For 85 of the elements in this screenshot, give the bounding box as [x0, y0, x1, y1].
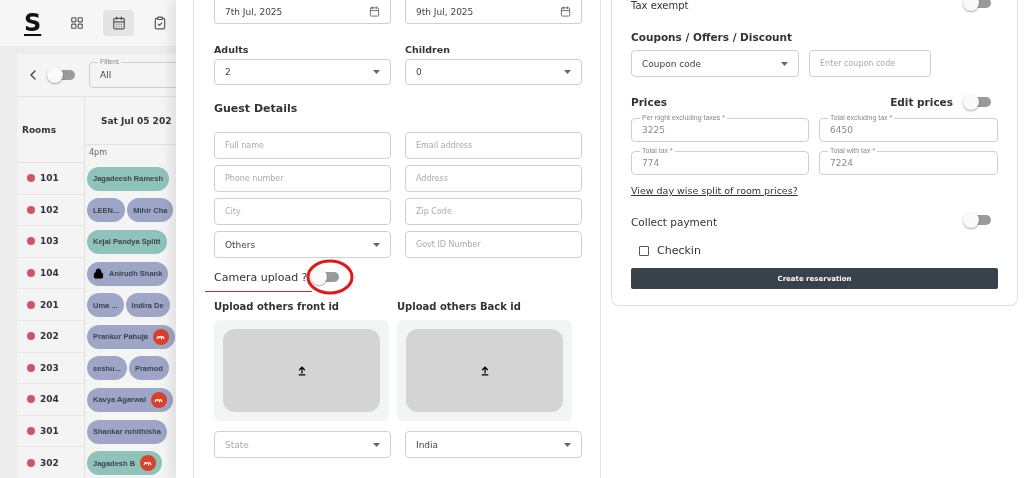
select-value: 2 — [225, 67, 231, 77]
section-heading: Coupons / Offers / Discount — [631, 31, 794, 43]
select-value: India — [416, 439, 439, 450]
calendar-icon — [369, 6, 380, 17]
room-number: 103 — [17, 226, 85, 258]
logo: S — [24, 9, 42, 37]
field-label: Adults — [214, 44, 250, 55]
split-prices-link[interactable]: View day wise split of room prices? — [631, 185, 798, 196]
input-field[interactable]: Full name — [214, 132, 391, 159]
lock-icon — [93, 268, 104, 280]
circle-annotation — [306, 259, 354, 295]
field-label: Upload others front id — [214, 301, 340, 312]
checkbox[interactable] — [639, 245, 649, 256]
input-field[interactable]: Govt ID Number — [405, 231, 582, 258]
room-number: 104 — [17, 257, 85, 290]
calendar-icon — [111, 16, 126, 30]
count-select[interactable]: 0 — [405, 59, 582, 85]
status-dot — [27, 205, 35, 214]
nav-button[interactable] — [102, 10, 135, 36]
time-label: 4pm — [88, 147, 108, 159]
ota-badge-icon — [140, 455, 157, 472]
toggle-switch[interactable] — [311, 269, 340, 285]
room-number: 301 — [17, 415, 85, 448]
status-dot — [27, 363, 35, 372]
room-number: 202 — [17, 320, 85, 353]
room-number: 203 — [17, 352, 85, 385]
country-select[interactable]: India — [405, 431, 582, 458]
caret-icon — [564, 442, 571, 447]
field-label: Camera upload ? — [214, 270, 308, 284]
field-label: Edit prices — [890, 96, 953, 108]
upload-icon — [479, 365, 490, 376]
room-number: 204 — [17, 384, 85, 416]
toggle-switch[interactable] — [47, 67, 75, 83]
status-dot — [27, 395, 35, 404]
status-dot — [27, 237, 35, 246]
field-label: Collect payment — [631, 216, 718, 228]
caret-icon — [564, 70, 571, 74]
input-field[interactable]: Email address — [405, 132, 582, 159]
select-value: 0 — [416, 67, 422, 77]
caret-icon — [373, 242, 380, 247]
caret-icon — [781, 61, 788, 66]
input-field[interactable]: Zip Code — [405, 198, 582, 225]
room-number: 101 — [17, 163, 85, 195]
upload-icon — [296, 365, 307, 376]
state-select[interactable]: State — [214, 431, 391, 458]
status-dot — [27, 174, 35, 183]
status-dot — [27, 269, 35, 278]
status-dot — [27, 300, 35, 309]
ota-badge-icon — [153, 328, 170, 345]
select-value: Coupon code — [642, 58, 701, 69]
section-heading: Prices — [631, 96, 668, 108]
checkbox-label: Checkin — [657, 244, 701, 257]
count-select[interactable]: 2 — [214, 59, 391, 85]
section-heading: Guest Details — [214, 102, 299, 115]
ota-badge-icon — [151, 391, 168, 408]
date-value: 9th Jul, 2025 — [416, 6, 474, 17]
room-number: 102 — [17, 194, 85, 227]
select-value: Others — [225, 239, 256, 250]
coupon-input[interactable]: Enter coupon code — [809, 50, 931, 77]
calendar-icon — [560, 6, 571, 17]
select-value: State — [225, 439, 249, 450]
toggle-switch[interactable] — [963, 212, 991, 228]
caret-icon — [373, 442, 380, 447]
status-dot — [27, 332, 35, 341]
input-field[interactable]: Phone number — [214, 165, 391, 192]
toggle-switch[interactable] — [963, 94, 991, 110]
date-field[interactable]: 9th Jul, 2025 — [405, 0, 582, 24]
field-label: Upload others Back id — [397, 301, 522, 312]
status-dot — [27, 427, 35, 436]
coupon-select[interactable]: Coupon code — [631, 50, 799, 77]
column-header: Rooms — [17, 97, 85, 163]
input-field[interactable]: Address — [405, 165, 582, 192]
id-type-select[interactable]: Others — [214, 231, 391, 258]
date-value: 7th Jul, 2025 — [225, 6, 283, 17]
field-label: Tax exempt — [631, 0, 689, 11]
date-field[interactable]: 7th Jul, 2025 — [214, 0, 391, 24]
room-number: 201 — [17, 289, 85, 321]
input-field[interactable]: City — [214, 198, 391, 225]
field-label: Children — [405, 44, 451, 55]
clipboard-check-icon — [153, 16, 168, 30]
room-number: 302 — [17, 447, 85, 478]
status-dot — [27, 458, 35, 467]
dashboard-icon — [70, 16, 85, 30]
select-value: All — [100, 70, 112, 80]
caret-icon — [373, 70, 380, 74]
